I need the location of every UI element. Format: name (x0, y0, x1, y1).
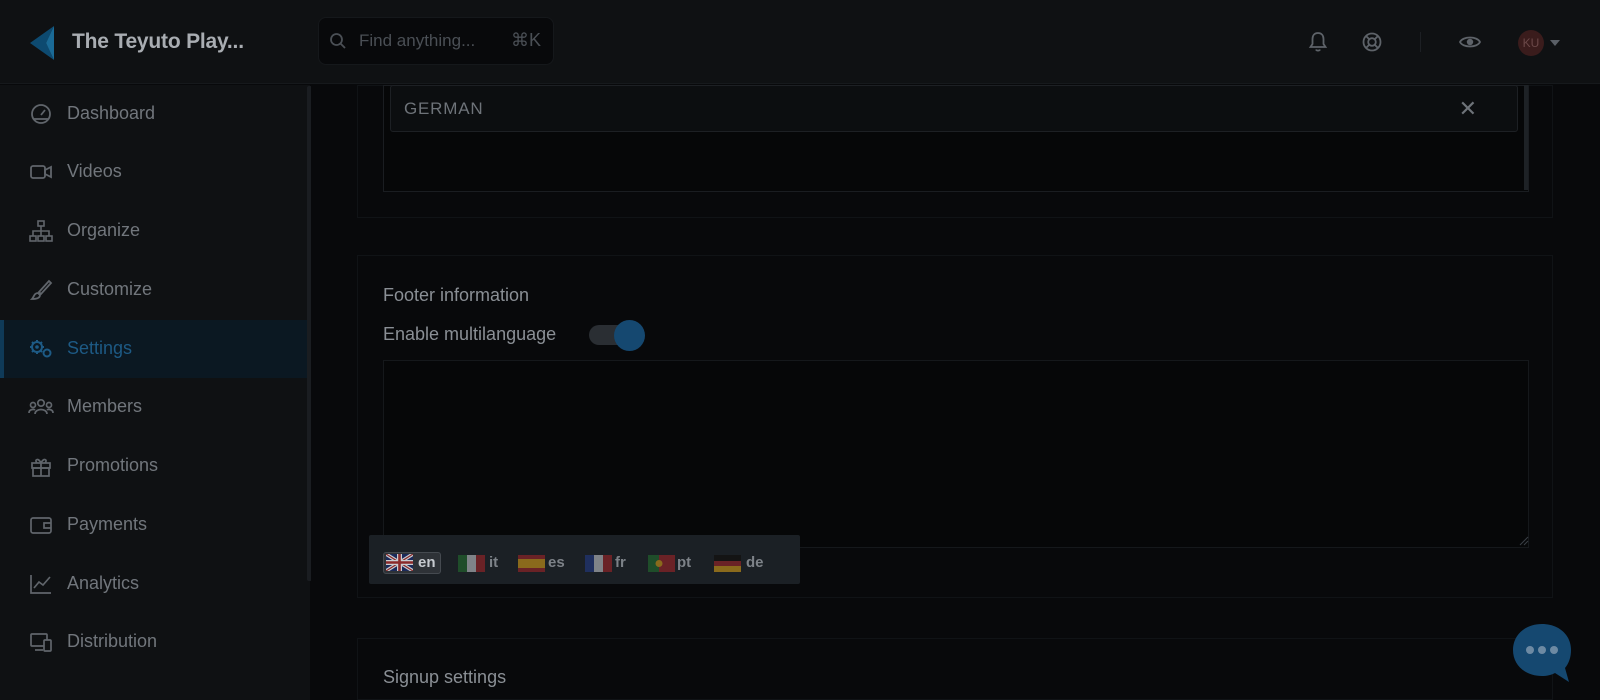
language-option-en[interactable]: en (383, 552, 441, 574)
uk-flag-icon (386, 554, 413, 571)
search-icon (330, 33, 346, 49)
signup-section-title: Signup settings (383, 667, 507, 687)
sidebar-item-dashboard[interactable]: Dashboard (0, 85, 308, 143)
sidebar-item-label: Analytics (67, 573, 140, 593)
language-code: es (548, 554, 565, 571)
sidebar-item-label: Payments (67, 514, 148, 534)
bell-icon[interactable] (1306, 30, 1330, 54)
wallet-icon (30, 517, 52, 534)
footer-text-editor[interactable] (383, 360, 1529, 548)
close-icon[interactable]: ✕ (1459, 96, 1477, 122)
line-chart-icon (30, 575, 51, 594)
sidebar-item-label: Promotions (67, 455, 159, 475)
footer-section-title: Footer information (383, 285, 530, 305)
signup-settings-card (357, 638, 1553, 700)
italy-flag-icon (458, 555, 485, 572)
sidebar-item-label: Organize (67, 220, 141, 240)
language-box-scrollbar[interactable] (1524, 85, 1528, 190)
language-option-it[interactable]: it (458, 552, 503, 574)
language-code: pt (677, 554, 692, 571)
germany-flag-icon (714, 555, 741, 572)
sidebar-item-payments[interactable]: Payments (0, 496, 308, 554)
sidebar-item-analytics[interactable]: Analytics (0, 555, 308, 613)
language-code: de (746, 554, 764, 571)
language-option-pt[interactable]: pt (648, 552, 698, 574)
header-divider (1420, 32, 1421, 52)
sidebar-item-label: Members (67, 396, 143, 416)
language-code: en (418, 554, 436, 571)
avatar[interactable]: KU (1518, 30, 1544, 56)
language-code: fr (615, 554, 626, 571)
portugal-flag-icon (648, 555, 675, 572)
sidebar-item-label: Settings (67, 338, 133, 358)
language-option-es[interactable]: es (518, 552, 570, 574)
language-tag-label: GERMAN (404, 99, 484, 118)
top-bar: The Teyuto Play... Find anything... ⌘K K… (0, 0, 1600, 84)
language-code: it (489, 554, 499, 571)
devices-icon (30, 633, 52, 652)
gears-icon (30, 340, 52, 358)
brand-logo[interactable] (26, 24, 58, 62)
sidebar-item-label: Videos (67, 161, 122, 181)
multilanguage-toggle-knob[interactable] (614, 320, 645, 351)
sidebar-item-members[interactable]: Members (0, 378, 308, 436)
sidebar-item-organize[interactable]: Organize (0, 202, 308, 260)
chat-support-icon[interactable] (1509, 620, 1575, 686)
language-tag: GERMAN ✕ (390, 85, 1518, 132)
sidebar-item-label: Distribution (67, 631, 158, 651)
brand-name[interactable]: The Teyuto Play... (72, 30, 244, 54)
sidebar-item-label: Customize (67, 279, 153, 299)
gift-icon (31, 458, 51, 477)
sidebar-item-label: Dashboard (67, 103, 156, 123)
sidebar-item-videos[interactable]: Videos (0, 143, 308, 201)
global-search-input[interactable]: Find anything... ⌘K (318, 17, 554, 65)
help-lifebuoy-icon[interactable] (1360, 30, 1384, 54)
sidebar-item-settings[interactable]: Settings (0, 320, 308, 378)
video-camera-icon (30, 165, 52, 179)
multilanguage-label: Enable multilanguage (383, 324, 557, 344)
sidebar-item-promotions[interactable]: Promotions (0, 437, 308, 495)
users-icon (28, 398, 54, 415)
eye-icon[interactable] (1458, 30, 1482, 54)
france-flag-icon (585, 555, 612, 572)
resize-handle-icon[interactable] (1519, 536, 1529, 546)
chevron-down-icon[interactable] (1550, 40, 1560, 46)
hierarchy-icon (29, 220, 53, 242)
sidebar-item-customize[interactable]: Customize (0, 261, 308, 319)
speedometer-icon (31, 104, 51, 124)
spain-flag-icon (518, 555, 545, 572)
sidebar-item-distribution[interactable]: Distribution (0, 613, 308, 671)
sidebar: Dashboard Videos Organize Customize Sett… (0, 85, 310, 700)
search-placeholder: Find anything... (359, 31, 476, 50)
brush-icon (29, 279, 53, 300)
search-shortcut: ⌘K (510, 30, 541, 50)
language-option-fr[interactable]: fr (585, 552, 630, 574)
language-option-de[interactable]: de (714, 552, 769, 574)
